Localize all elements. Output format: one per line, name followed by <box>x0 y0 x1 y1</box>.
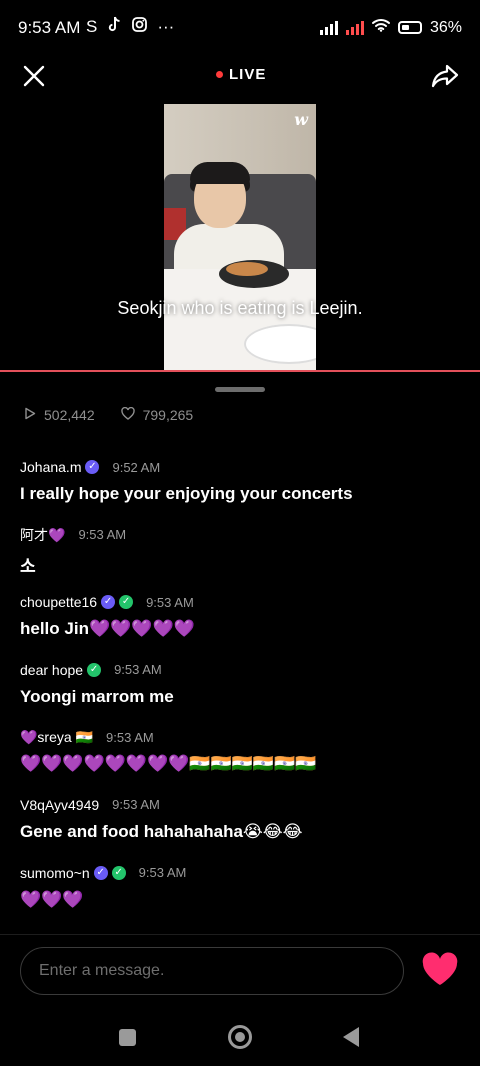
tiktok-icon <box>107 16 122 38</box>
comment-header: Johana.m ✓ 9:52 AM <box>20 458 460 476</box>
like-count: 799,265 <box>142 407 194 423</box>
live-video[interactable]: w <box>164 104 316 370</box>
live-indicator: LIVE <box>216 66 266 83</box>
comment-username[interactable]: choupette16 <box>20 594 97 610</box>
system-nav-bar <box>0 1010 480 1066</box>
comment-item[interactable]: choupette16 ✓ ✓ 9:53 AM hello Jin💜💜💜💜💜 <box>20 593 460 661</box>
comment-text: Gene and food hahahahaha😭😂😂 <box>20 821 303 841</box>
comment-item[interactable]: sumomo~n ✓ ✓ 9:53 AM 💜💜💜 <box>20 864 460 932</box>
comment-text: Yoongi marrom me <box>20 686 174 706</box>
comment-item[interactable]: 💜sreya 🇮🇳 9:53 AM 💜💜💜💜💜💜💜💜🇮🇳🇮🇳🇮🇳🇮🇳🇮🇳🇮🇳 <box>20 728 460 796</box>
s-app-icon: S <box>86 17 98 36</box>
comment-header: 💜sreya 🇮🇳 9:53 AM <box>20 728 460 746</box>
comment-header: V8qAyv4949 9:53 AM <box>20 796 460 814</box>
verified-badge-icon: ✓ <box>101 595 116 610</box>
wifi-icon <box>371 18 390 37</box>
comment-header: dear hope ✓ 9:53 AM <box>20 661 460 679</box>
verified-badge-icon: ✓ <box>111 865 126 880</box>
comment-item[interactable]: Johana.m ✓ 9:52 AM I really hope your enjoy… <box>20 458 460 526</box>
comment-time: 9:53 AM <box>78 527 127 543</box>
comment-username[interactable]: V8qAyv4949 <box>20 797 99 813</box>
status-bar: 9:53 AM S ··· 36% <box>0 0 480 56</box>
battery-percent: 36% <box>429 18 462 36</box>
comment-username[interactable]: 阿才💜 <box>20 525 65 545</box>
verified-badge-icon: ✓ <box>93 865 108 880</box>
progress-bar <box>0 370 480 372</box>
verified-badge-icon: ✓ <box>87 662 102 677</box>
comment-item[interactable]: V8qAyv4949 9:53 AM Gene and food hahahahah… <box>20 796 460 864</box>
video-subtitle: Seokjin who is eating is Leejin. <box>117 298 363 318</box>
play-count: 502,442 <box>44 407 95 423</box>
status-right: 36% <box>319 18 462 37</box>
weverse-logo: w <box>294 110 308 129</box>
comment-time: 9:53 AM <box>106 729 154 745</box>
comment-text: hello Jin💜💜💜💜💜 <box>20 619 195 639</box>
heart-outline-icon <box>120 406 135 423</box>
comment-header: sumomo~n ✓ ✓ 9:53 AM <box>20 864 460 882</box>
heart-icon[interactable] <box>420 952 460 988</box>
close-icon[interactable] <box>20 62 48 90</box>
verified-badge-icon: ✓ <box>119 595 134 610</box>
top-bar: LIVE <box>0 56 480 96</box>
home-icon[interactable] <box>228 1025 252 1049</box>
message-input[interactable] <box>20 947 404 995</box>
status-time: 9:53 AM <box>18 18 81 37</box>
comment-username[interactable]: 💜sreya 🇮🇳 <box>20 729 93 746</box>
comment-time: 9:53 AM <box>146 594 194 610</box>
comment-username[interactable]: sumomo~n <box>20 865 90 881</box>
play-icon <box>24 407 36 423</box>
comment-item[interactable]: dear hope ✓ 9:53 AM Yoongi marrom me <box>20 661 460 729</box>
divider <box>0 934 480 935</box>
comment-time: 9:52 AM <box>112 459 161 475</box>
live-dot-icon <box>216 71 223 78</box>
comment-username[interactable]: dear hope <box>20 662 83 678</box>
verified-badge-icon: ✓ <box>85 460 100 474</box>
comment-username[interactable]: Johana.m <box>20 459 81 475</box>
comment-item[interactable]: 阿才💜 9:53 AM 소 <box>20 526 460 594</box>
comment-header: 阿才💜 9:53 AM <box>20 526 460 544</box>
stats-row: 502,442 799,265 <box>24 406 194 423</box>
comment-text: I really hope your enjoying your concert… <box>20 484 353 503</box>
sheet-drag-handle[interactable] <box>215 387 265 392</box>
comment-text: 💜💜💜 <box>20 889 84 909</box>
comment-time: 9:53 AM <box>138 865 187 881</box>
comment-text: 소 <box>20 556 36 576</box>
share-icon[interactable] <box>430 61 460 91</box>
battery-icon <box>397 21 422 34</box>
notification-icons: S ··· <box>86 16 174 38</box>
signal-icon <box>319 20 338 35</box>
instagram-icon <box>132 17 148 37</box>
more-notifications-icon: ··· <box>157 17 175 36</box>
signal-2-icon <box>345 20 364 35</box>
comment-time: 9:53 AM <box>114 662 162 678</box>
comment-time: 9:53 AM <box>112 797 160 813</box>
recent-apps-icon[interactable] <box>119 1029 136 1046</box>
comment-text: 💜💜💜💜💜💜💜💜🇮🇳🇮🇳🇮🇳🇮🇳🇮🇳🇮🇳 <box>20 754 317 774</box>
live-label: LIVE <box>229 66 267 83</box>
back-icon[interactable] <box>343 1027 359 1047</box>
comment-list[interactable]: Johana.m ✓ 9:52 AM I really hope your enjoy… <box>20 458 460 931</box>
comment-header: choupette16 ✓ ✓ 9:53 AM <box>20 593 460 611</box>
